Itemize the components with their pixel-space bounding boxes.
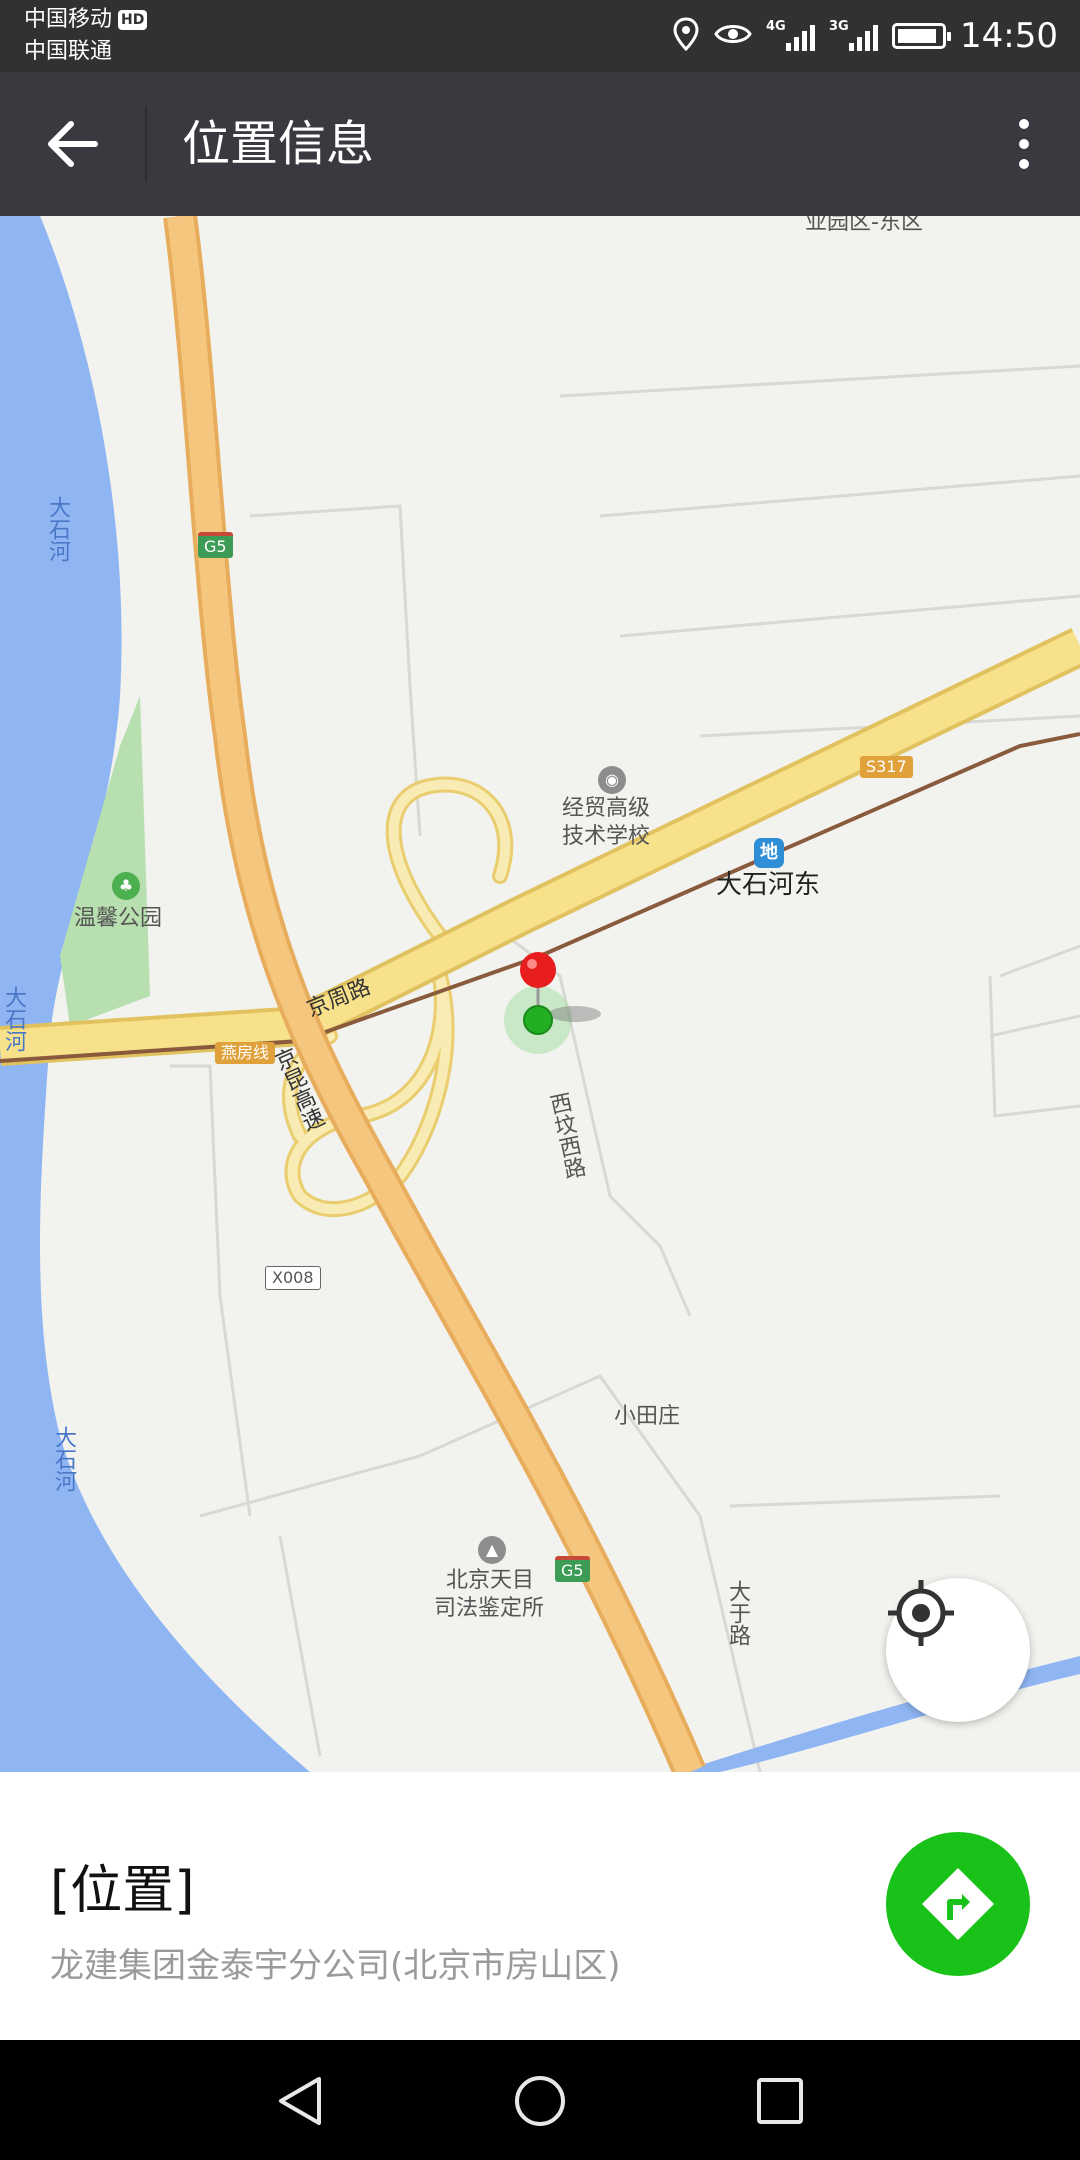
more-vertical-icon xyxy=(1019,119,1029,129)
more-dot xyxy=(1019,139,1029,149)
road-tag-g5-bottom: G5 xyxy=(555,1556,590,1582)
school-poi-icon: ◉ xyxy=(598,766,626,794)
nav-home-button[interactable] xyxy=(505,2066,575,2136)
back-button[interactable] xyxy=(30,108,114,180)
signal-icon-2: 3G xyxy=(829,19,879,51)
court-poi-icon: ▲ xyxy=(478,1536,506,1564)
crosshair-icon xyxy=(888,1580,954,1646)
clock: 14:50 xyxy=(960,16,1058,56)
more-dot xyxy=(1019,159,1029,169)
label-river-3: 大石河 xyxy=(51,1426,76,1492)
label-school-line2[interactable]: 技术学校 xyxy=(562,824,650,850)
road-tag-yanfang: 燕房线 xyxy=(215,1042,276,1064)
home-circle-icon xyxy=(515,2076,565,2126)
directions-icon xyxy=(922,1868,994,1940)
label-road-dayu: 大于路 xyxy=(725,1580,750,1646)
road-tag-g5-top: G5 xyxy=(198,532,233,558)
signal-2-type: 3G xyxy=(829,19,849,34)
nav-back-button[interactable] xyxy=(265,2066,335,2136)
label-court-line1[interactable]: 北京天目 xyxy=(446,1568,534,1594)
eye-icon xyxy=(714,21,752,51)
label-top-area: 业园区-东区 xyxy=(805,216,923,235)
arrow-left-icon xyxy=(48,121,98,167)
subway-icon: 地 xyxy=(754,838,784,868)
page-title: 位置信息 xyxy=(182,116,375,172)
road-tag-x008: X008 xyxy=(265,1266,321,1290)
label-subway-station[interactable]: 大石河东 xyxy=(716,872,820,898)
app-header: 位置信息 xyxy=(0,72,1080,216)
label-river-1: 大石河 xyxy=(45,496,70,562)
signal-icon-1: 4G xyxy=(766,19,816,51)
recents-square-icon xyxy=(757,2078,803,2124)
navigate-button[interactable] xyxy=(886,1832,1030,1976)
label-village: 小田庄 xyxy=(614,1404,681,1429)
current-position-dot xyxy=(523,1005,553,1035)
label-school-line1[interactable]: 经贸高级 xyxy=(562,796,650,822)
status-bar: 中国移动 HD 中国联通 4G 3G 14:50 xyxy=(0,0,1080,72)
more-button[interactable] xyxy=(994,108,1054,180)
label-river-2: 大石河 xyxy=(1,986,26,1052)
location-icon xyxy=(672,17,700,55)
system-nav-bar xyxy=(0,2040,1080,2160)
hd-badge: HD xyxy=(118,10,148,30)
map-view[interactable]: G5 G5 S317 燕房线 X008 业园区-东区 大石河 大石河 大石河 ◉… xyxy=(0,216,1080,1772)
my-location-button[interactable] xyxy=(886,1578,1030,1722)
carrier-2: 中国联通 xyxy=(24,39,113,64)
carrier-1: 中国移动 xyxy=(24,7,113,32)
nav-recents-button[interactable] xyxy=(745,2066,815,2136)
location-title: [位置] xyxy=(50,1861,195,1921)
back-triangle-icon xyxy=(279,2077,321,2125)
park-poi-icon: ♣ xyxy=(112,872,140,900)
label-court-line2[interactable]: 司法鉴定所 xyxy=(434,1596,544,1622)
label-park[interactable]: 温馨公园 xyxy=(74,906,162,932)
carrier-info: 中国移动 HD 中国联通 xyxy=(24,4,148,68)
header-divider xyxy=(145,106,147,182)
signal-1-type: 4G xyxy=(766,19,786,34)
battery-icon xyxy=(892,23,952,49)
location-pin-icon xyxy=(520,952,556,1008)
location-address: 龙建集团金泰宇分公司(北京市房山区) xyxy=(50,1946,621,1986)
road-tag-s317: S317 xyxy=(860,756,913,778)
location-info-panel: [位置] 龙建集团金泰宇分公司(北京市房山区) xyxy=(0,1772,1080,2040)
